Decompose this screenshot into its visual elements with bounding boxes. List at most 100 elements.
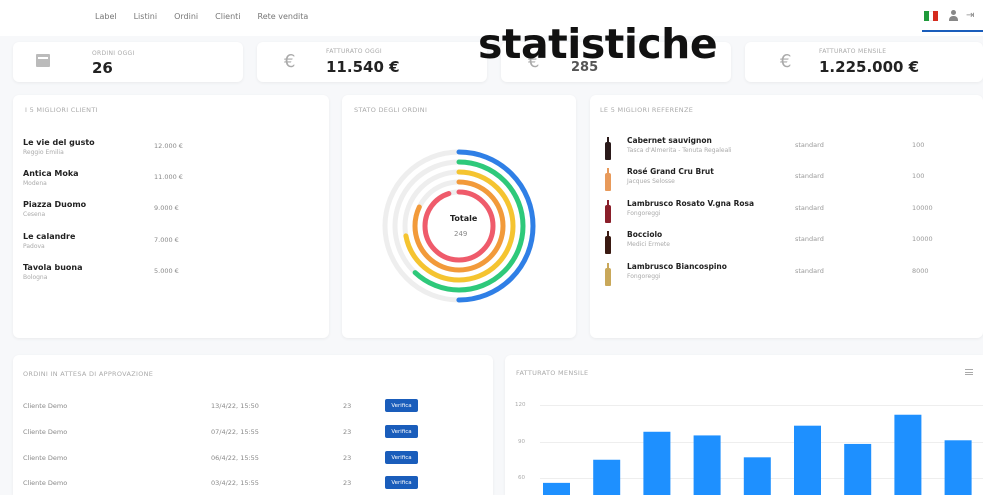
client-item[interactable]: Piazza Duomo Cesena	[23, 200, 86, 218]
section-title: LE 5 MIGLIORI REFERENZE	[600, 106, 694, 114]
logout-icon[interactable]: ⇥	[966, 10, 974, 21]
reference-type: standard	[795, 172, 824, 180]
client-item[interactable]: Le calandre Padova	[23, 232, 75, 250]
reference-type: standard	[795, 235, 824, 243]
reference-row[interactable]: Bocciolo Medici Ermete standard 10000	[590, 230, 983, 260]
client-value: 7.000 €	[154, 236, 179, 244]
client-city: Reggio Emilia	[23, 149, 64, 156]
reference-type: standard	[795, 267, 824, 275]
client-name: Piazza Duomo	[23, 200, 87, 209]
reference-qty: 100	[912, 141, 925, 149]
reference-row[interactable]: Rosé Grand Cru Brut Jacques Selosse stan…	[590, 167, 983, 197]
reference-producer: Tasca d'Almerita - Tenuta Regaleali	[627, 147, 732, 154]
pending-orders-card: ORDINI IN ATTESA DI APPROVAZIONE Cliente…	[13, 355, 493, 495]
client-item[interactable]: Antica Moka Modena	[23, 169, 79, 187]
client-item[interactable]: Le vie del gusto Reggio Emilia	[23, 138, 95, 156]
client-item[interactable]: Tavola buona Bologna	[23, 263, 82, 281]
verify-button[interactable]: Verifica	[385, 425, 418, 438]
y-tick-label: 120	[515, 402, 526, 408]
nav-listini[interactable]: Listini	[134, 12, 158, 21]
gridline	[540, 442, 983, 443]
order-date: 06/4/22, 15:55	[211, 454, 259, 462]
client-city: Cesena	[23, 211, 46, 218]
order-date: 13/4/22, 15:50	[211, 402, 259, 410]
reference-producer: Jacques Selosse	[627, 178, 675, 185]
reference-qty: 8000	[912, 267, 929, 275]
table-row: Cliente Demo 06/4/22, 15:55 23 Verifica	[23, 451, 493, 467]
wine-bottle-icon	[605, 200, 611, 223]
kpi-card-revenue-today: € FATTURATO OGGI 11.540 €	[257, 42, 487, 82]
order-qty: 23	[343, 479, 352, 487]
reference-producer: Fongoreggi	[627, 273, 661, 280]
top-references-card: LE 5 MIGLIORI REFERENZE Cabernet sauvign…	[590, 95, 983, 338]
kpi-card-orders-today: ORDINI OGGI 26	[13, 42, 243, 82]
verify-button[interactable]: Verifica	[385, 399, 418, 412]
monthly-revenue-card: FATTURATO MENSILE	[505, 355, 983, 495]
hamburger-menu-icon[interactable]	[965, 369, 973, 375]
y-tick-label: 90	[518, 439, 525, 445]
kpi-card-monthly-revenue: € FATTURATO MENSILE 1.225.000 €	[745, 42, 983, 82]
kpi-label: FATTURATO MENSILE	[819, 48, 887, 55]
euro-icon: €	[780, 51, 792, 72]
section-title: FATTURATO MENSILE	[516, 369, 589, 377]
reference-producer: Medici Ermete	[627, 241, 670, 248]
table-row: Cliente Demo 13/4/22, 15:50 23 Verifica	[23, 399, 493, 415]
order-date: 03/4/22, 15:55	[211, 479, 259, 487]
donut-ring-segment	[422, 189, 496, 263]
kpi-value: 26	[92, 59, 113, 77]
verify-button[interactable]: Verifica	[385, 451, 418, 464]
gridline	[540, 405, 983, 406]
reference-qty: 10000	[912, 235, 933, 243]
italian-flag-icon[interactable]	[924, 11, 939, 21]
table-row: Cliente Demo 03/4/22, 15:55 23 Verifica	[23, 476, 493, 492]
kpi-value: 1.225.000 €	[819, 58, 920, 76]
nav-label[interactable]: Label	[95, 12, 117, 21]
wine-bottle-icon	[605, 231, 611, 254]
wine-bottle-icon	[605, 263, 611, 286]
client-city: Bologna	[23, 274, 48, 281]
reference-qty: 100	[912, 172, 925, 180]
kpi-label: ORDINI OGGI	[92, 50, 135, 57]
order-client: Cliente Demo	[23, 454, 68, 462]
reference-qty: 10000	[912, 204, 933, 212]
client-value: 9.000 €	[154, 204, 179, 212]
kpi-label: FATTURATO OGGI	[326, 48, 383, 55]
client-city: Modena	[23, 180, 47, 187]
reference-type: standard	[795, 141, 824, 149]
donut-center-value: 249	[454, 230, 468, 238]
order-qty: 23	[343, 402, 352, 410]
top-clients-card: I 5 MIGLIORI CLIENTI Le vie del gusto Reg…	[13, 95, 329, 338]
wine-bottle-icon	[605, 168, 611, 191]
kpi-value: 11.540 €	[326, 58, 400, 76]
reference-row[interactable]: Cabernet sauvignon Tasca d'Almerita - Te…	[590, 136, 983, 166]
client-value: 5.000 €	[154, 267, 179, 275]
order-client: Cliente Demo	[23, 402, 68, 410]
reference-producer: Fongoreggi	[627, 210, 661, 217]
reference-row[interactable]: Lambrusco Rosato V.gna Rosa Fongoreggi s…	[590, 199, 983, 229]
donut-center-label: Totale	[450, 214, 478, 223]
euro-icon: €	[284, 51, 296, 72]
reference-name: Lambrusco Biancospino	[627, 262, 727, 271]
verify-button[interactable]: Verifica	[385, 476, 418, 489]
client-name: Tavola buona	[23, 263, 83, 272]
box-icon	[36, 54, 50, 67]
section-title: I 5 MIGLIORI CLIENTI	[25, 106, 98, 114]
gridline	[540, 478, 983, 479]
reference-name: Lambrusco Rosato V.gna Rosa	[627, 199, 755, 208]
user-icon[interactable]	[948, 10, 958, 22]
client-name: Le calandre	[23, 232, 76, 241]
client-value: 11.000 €	[154, 173, 183, 181]
nav-rete-vendita[interactable]: Rete vendita	[258, 12, 309, 21]
nav-clienti[interactable]: Clienti	[215, 12, 240, 21]
order-client: Cliente Demo	[23, 479, 68, 487]
table-row: Cliente Demo 07/4/22, 15:55 23 Verifica	[23, 425, 493, 441]
order-qty: 23	[343, 428, 352, 436]
order-date: 07/4/22, 15:55	[211, 428, 259, 436]
order-qty: 23	[343, 454, 352, 462]
client-value: 12.000 €	[154, 142, 183, 150]
reference-row[interactable]: Lambrusco Biancospino Fongoreggi standar…	[590, 262, 983, 292]
client-city: Padova	[23, 243, 45, 250]
reference-name: Rosé Grand Cru Brut	[627, 167, 714, 176]
nav-ordini[interactable]: Ordini	[174, 12, 198, 21]
section-title: ORDINI IN ATTESA DI APPROVAZIONE	[23, 370, 154, 378]
